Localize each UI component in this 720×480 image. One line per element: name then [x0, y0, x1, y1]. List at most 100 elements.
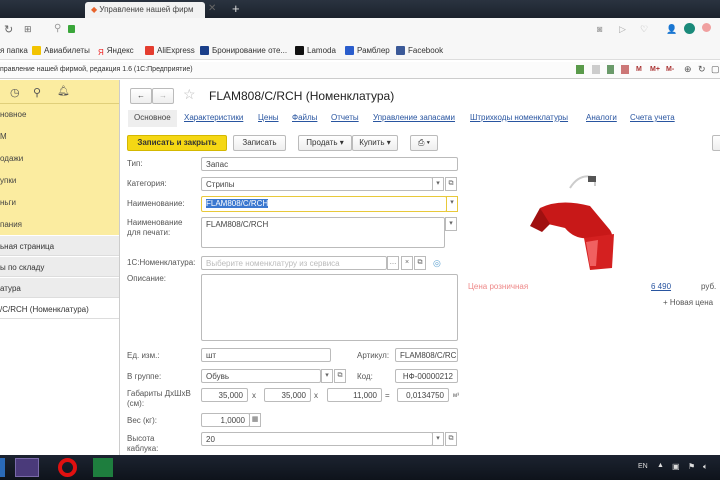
sidebar-section[interactable]: ньги	[0, 198, 16, 207]
type-field[interactable]: Запас	[201, 157, 458, 171]
volume-icon[interactable]: 🔈︎	[703, 462, 708, 472]
bookmark[interactable]: Я Яндекс	[98, 46, 134, 57]
flag-icon[interactable]: ⚑	[688, 462, 695, 471]
nom1c-open-icon[interactable]: ⧉	[414, 256, 426, 270]
nom1c-select-button[interactable]: …	[387, 256, 399, 270]
volume-field[interactable]: 0,0134750	[397, 388, 449, 402]
tab-analogs[interactable]: Аналоги	[586, 113, 617, 122]
sidebar-item-active[interactable]: /C/RCH (Номенклатура)	[0, 299, 119, 319]
memory-button[interactable]: M	[636, 66, 642, 73]
zoom-icon[interactable]: ⊕	[684, 64, 692, 75]
refresh-icon[interactable]: ↻	[698, 64, 706, 75]
tab-reports[interactable]: Отчеты	[331, 113, 359, 122]
sidebar-item[interactable]: атура	[0, 278, 119, 298]
new-price-link[interactable]: + Новая цена	[663, 298, 713, 307]
tab-files[interactable]: Файлы	[292, 113, 317, 122]
tab-accounts[interactable]: Счета учета	[630, 113, 675, 122]
code-field[interactable]: НФ-00000212	[395, 369, 458, 383]
bookmark[interactable]: AliExpress	[145, 46, 195, 55]
memory-minus-button[interactable]: M-	[666, 66, 674, 73]
width-field[interactable]: 35,000	[264, 388, 311, 402]
sidebar-section[interactable]: пания	[0, 220, 22, 229]
app-taskbar-icon[interactable]	[15, 458, 39, 477]
grid-icon[interactable]: ⊞	[24, 24, 32, 35]
unit-field[interactable]: шт	[201, 348, 331, 362]
category-dropdown[interactable]: ▾	[432, 177, 444, 191]
bookmark[interactable]: я папка	[0, 46, 28, 55]
sidebar-section[interactable]: новное	[0, 110, 26, 119]
tab-inventory[interactable]: Управление запасами	[373, 113, 455, 122]
save-button[interactable]: Записать	[233, 135, 286, 151]
name-dropdown[interactable]: ▾	[446, 196, 458, 212]
print-button[interactable]: ⎙ ▾	[410, 135, 438, 151]
search-icon[interactable]: ⚲	[33, 86, 41, 99]
category-open-icon[interactable]: ⧉	[445, 177, 457, 191]
download-icon[interactable]	[576, 65, 584, 74]
sidebar-item[interactable]: ьная страница	[0, 236, 119, 256]
bookmark[interactable]: Facebook	[396, 46, 443, 55]
article-field[interactable]: FLAM808/C/RC	[395, 348, 458, 362]
service-search-icon[interactable]: ◎	[433, 258, 441, 269]
sidebar-section[interactable]: одажи	[0, 154, 23, 163]
save-close-button[interactable]: Записать и закрыть	[127, 135, 227, 151]
buy-button[interactable]: Купить ▾	[352, 135, 398, 151]
browser-tab[interactable]: ◆ Управление нашей фирм	[85, 2, 205, 18]
sidebar-item[interactable]: ы по складу	[0, 257, 119, 277]
tab-prices[interactable]: Цены	[258, 113, 279, 122]
print-name-dropdown[interactable]: ▾	[445, 217, 457, 231]
camera-icon[interactable]: ◙	[597, 24, 602, 34]
bookmark[interactable]: Lamoda	[295, 46, 336, 55]
group-dropdown[interactable]: ▾	[321, 369, 333, 383]
height-field[interactable]: 11,000	[327, 388, 382, 402]
profile-icon[interactable]	[702, 23, 711, 32]
bookmark[interactable]: Рамблер	[345, 46, 390, 55]
calendar-icon[interactable]	[621, 65, 629, 74]
bookmark[interactable]: Бронирование оте...	[200, 46, 287, 55]
sidebar-section[interactable]: упки	[0, 176, 16, 185]
length-field[interactable]: 35,000	[201, 388, 248, 402]
user-icon[interactable]: 👤	[666, 24, 677, 35]
name-field[interactable]: FLAM808/C/RCH	[201, 196, 447, 212]
weight-field[interactable]: 1,0000	[201, 413, 250, 427]
heel-height-field[interactable]: 20	[201, 432, 433, 446]
sell-button[interactable]: Продать ▾	[298, 135, 352, 151]
forward-button[interactable]: →	[152, 88, 174, 104]
memory-plus-button[interactable]: M+	[650, 66, 660, 73]
tray-arrow-icon[interactable]: ▲	[657, 462, 664, 469]
calculator-icon[interactable]	[607, 65, 614, 74]
price-value[interactable]: 6 490	[651, 282, 671, 291]
tab-main[interactable]: Основное	[128, 110, 177, 127]
network-icon[interactable]: ▣	[672, 462, 680, 471]
print-name-field[interactable]: FLAM808/C/RCH	[201, 217, 445, 248]
excel-icon[interactable]	[93, 458, 113, 477]
nom1c-field[interactable]: Выберите номенклатуру из сервиса	[201, 256, 387, 270]
group-field[interactable]: Обувь	[201, 369, 321, 383]
product-image[interactable]	[520, 168, 630, 278]
nom1c-clear-button[interactable]: ×	[401, 256, 413, 270]
calculator-icon[interactable]: ▦	[249, 413, 261, 427]
bookmark[interactable]: Авиабилеты	[32, 46, 90, 55]
document-icon[interactable]	[592, 65, 600, 74]
start-button[interactable]	[0, 458, 5, 477]
group-open-icon[interactable]: ⧉	[334, 369, 346, 383]
opera-icon[interactable]	[58, 458, 77, 477]
favorite-star-icon[interactable]: ☆	[183, 86, 196, 103]
category-field[interactable]: Стрипы	[201, 177, 433, 191]
reload-icon[interactable]: ↻	[4, 23, 13, 36]
history-icon[interactable]: ◷	[10, 86, 20, 99]
heel-height-open-icon[interactable]: ⧉	[445, 432, 457, 446]
extension-icon[interactable]	[684, 23, 695, 34]
more-button[interactable]	[712, 135, 720, 151]
close-tab-icon[interactable]: ✕	[208, 3, 216, 14]
heel-height-dropdown[interactable]: ▾	[432, 432, 444, 446]
back-button[interactable]: ←	[130, 88, 152, 104]
sidebar-section[interactable]: M	[0, 132, 7, 141]
new-tab-icon[interactable]: +	[232, 1, 240, 16]
language-indicator[interactable]: EN	[638, 463, 648, 470]
window-icon[interactable]: ▢	[711, 64, 720, 75]
tab-characteristics[interactable]: Характеристики	[184, 113, 243, 122]
send-icon[interactable]: ▷	[619, 24, 626, 35]
bell-icon[interactable]: 🔔︎	[57, 86, 70, 97]
heart-icon[interactable]: ♡	[640, 24, 648, 35]
description-field[interactable]	[201, 274, 458, 341]
